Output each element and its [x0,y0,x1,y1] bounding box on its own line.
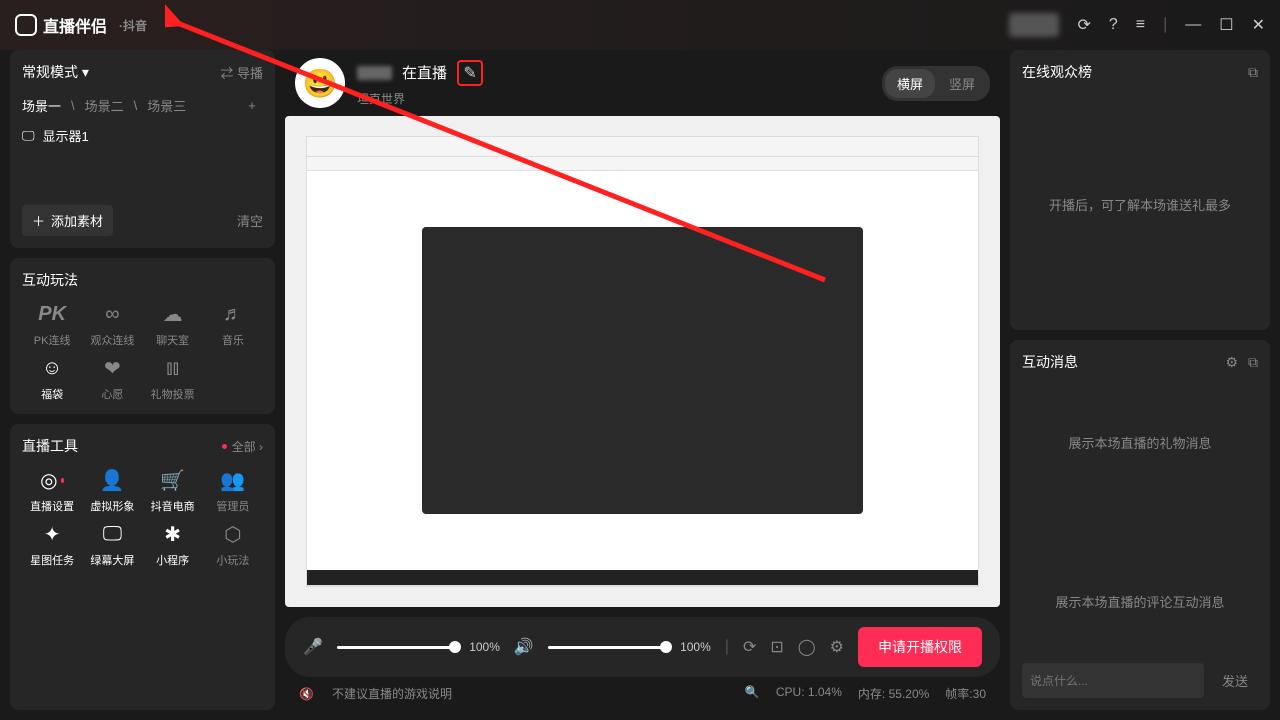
tool-greenscreen[interactable]: 🖵绿幕大屏 [82,522,142,568]
user-badge[interactable] [1009,13,1059,37]
send-button[interactable]: 发送 [1212,663,1258,698]
tool-admin[interactable]: 👥管理员 [203,468,263,514]
mic-percent: 100% [469,640,500,654]
stream-preview[interactable] [285,116,1000,607]
scene-tab-2[interactable]: 场景二 [85,96,124,115]
clear-button[interactable]: 清空 [237,211,263,230]
admin-icon: 👥 [221,468,245,492]
menu-icon[interactable]: ≡ [1136,16,1145,34]
avatar-icon: 👤 [100,468,124,492]
stream-title-suffix: 在直播 [402,62,447,83]
gear-icon[interactable]: ⚙ [830,637,844,657]
chat-input[interactable] [1022,663,1204,698]
tool-viewer-link[interactable]: ∞观众连线 [82,302,142,348]
link-icon: ∞ [100,302,124,326]
all-tools-link[interactable]: 全部 › [222,438,263,455]
scene-tab-3[interactable]: 场景三 [147,96,186,115]
scene-tab-1[interactable]: 场景一 [22,96,61,115]
game-icon: ⬡ [221,522,245,546]
tool-wish[interactable]: ❤心愿 [82,356,142,402]
close-icon[interactable]: ✕ [1252,15,1265,35]
orient-vertical[interactable]: 竖屏 [937,69,987,98]
mem-stat: 内存: 55.20% [858,685,929,702]
vote-icon: ⫾⫾ [161,356,185,380]
mute-icon[interactable]: 🔇 [299,687,314,701]
miniapp-icon: ✱ [161,522,185,546]
mode-select[interactable]: 常规模式 ▾ [22,62,89,82]
star-icon: ✦ [40,522,64,546]
msg-popout-icon[interactable]: ⧉ [1248,354,1258,371]
pk-icon: PK [40,302,64,326]
tool-miniapp[interactable]: ✱小程序 [143,522,203,568]
device-icon[interactable]: ⊡ [770,637,783,657]
msg-settings-icon[interactable]: ⚙ [1225,354,1238,371]
tool-minigame[interactable]: ⬡小玩法 [203,522,263,568]
camera-icon[interactable]: ◯ [798,637,816,657]
tool-ecommerce[interactable]: 🛒抖音电商 [143,468,203,514]
tools-title: 直播工具 [22,436,78,456]
maximize-icon[interactable]: ☐ [1219,15,1233,35]
sync-icon[interactable]: ⟳ [1077,15,1090,35]
plus-icon: ＋ [32,211,45,230]
gift-msg-hint: 展示本场直播的礼物消息 [1022,380,1258,504]
go-live-button[interactable]: 申请开播权限 [858,627,982,667]
cart-icon: 🛒 [161,468,185,492]
popout-icon[interactable]: ⧉ [1248,64,1258,81]
messages-title: 互动消息 [1022,352,1078,372]
speaker-icon[interactable]: 🔊 [514,637,534,657]
orient-horizontal[interactable]: 横屏 [885,69,935,98]
cpu-stat: CPU: 1.04% [776,685,842,702]
add-source-button[interactable]: ＋ 添加素材 [22,205,113,236]
guide-button[interactable]: ⇄ 导播 [220,63,263,82]
source-monitor[interactable]: 🖵 显示器1 [22,126,263,145]
stream-category[interactable]: 坦克世界 [357,90,483,107]
zoom-icon[interactable]: 🔍 [745,685,760,702]
edit-title-button[interactable]: ✎ [457,60,483,86]
tool-settings[interactable]: ◎直播设置 [22,468,82,514]
app-logo: 直播伴侣 ·抖音 [15,13,147,37]
tool-pk[interactable]: PKPK连线 [22,302,82,348]
monitor-icon: 🖵 [22,128,35,144]
comment-msg-hint: 展示本场直播的评论互动消息 [1022,539,1258,663]
streamer-name [357,66,392,80]
bag-icon: ☺ [40,356,64,380]
speaker-slider[interactable] [548,646,666,649]
screen-icon: 🖵 [100,522,124,546]
heart-icon: ❤ [100,356,124,380]
logo-icon [15,14,37,36]
mic-slider[interactable] [337,646,455,649]
app-name: 直播伴侣 [43,13,107,37]
orientation-toggle[interactable]: 横屏 竖屏 [882,66,990,101]
minimize-icon[interactable]: — [1185,16,1201,34]
tool-avatar[interactable]: 👤虚拟形象 [82,468,142,514]
viewers-title: 在线观众榜 [1022,62,1092,82]
tool-startask[interactable]: ✦星图任务 [22,522,82,568]
tool-luckybag[interactable]: ☺福袋 [22,356,82,402]
app-sub: ·抖音 [119,17,147,34]
help-icon[interactable]: ? [1109,16,1118,34]
game-warning[interactable]: 不建议直播的游戏说明 [332,685,452,702]
interactive-title: 互动玩法 [22,270,263,290]
chat-icon: ☁ [161,302,185,326]
viewers-hint: 开播后，可了解本场谁送礼最多 [1022,90,1258,318]
fps-stat: 帧率:30 [945,685,986,702]
add-scene-button[interactable]: + [241,94,263,116]
music-icon: ♬ [221,302,245,326]
mic-icon[interactable]: 🎤 [303,637,323,657]
stream-avatar[interactable]: 😃 [295,58,345,108]
tool-chatroom[interactable]: ☁聊天室 [143,302,203,348]
settings-icon: ◎ [40,468,64,492]
tool-music[interactable]: ♬音乐 [203,302,263,348]
tool-giftvote[interactable]: ⫾⫾礼物投票 [143,356,203,402]
refresh-icon[interactable]: ⟳ [743,637,756,657]
speaker-percent: 100% [680,640,711,654]
